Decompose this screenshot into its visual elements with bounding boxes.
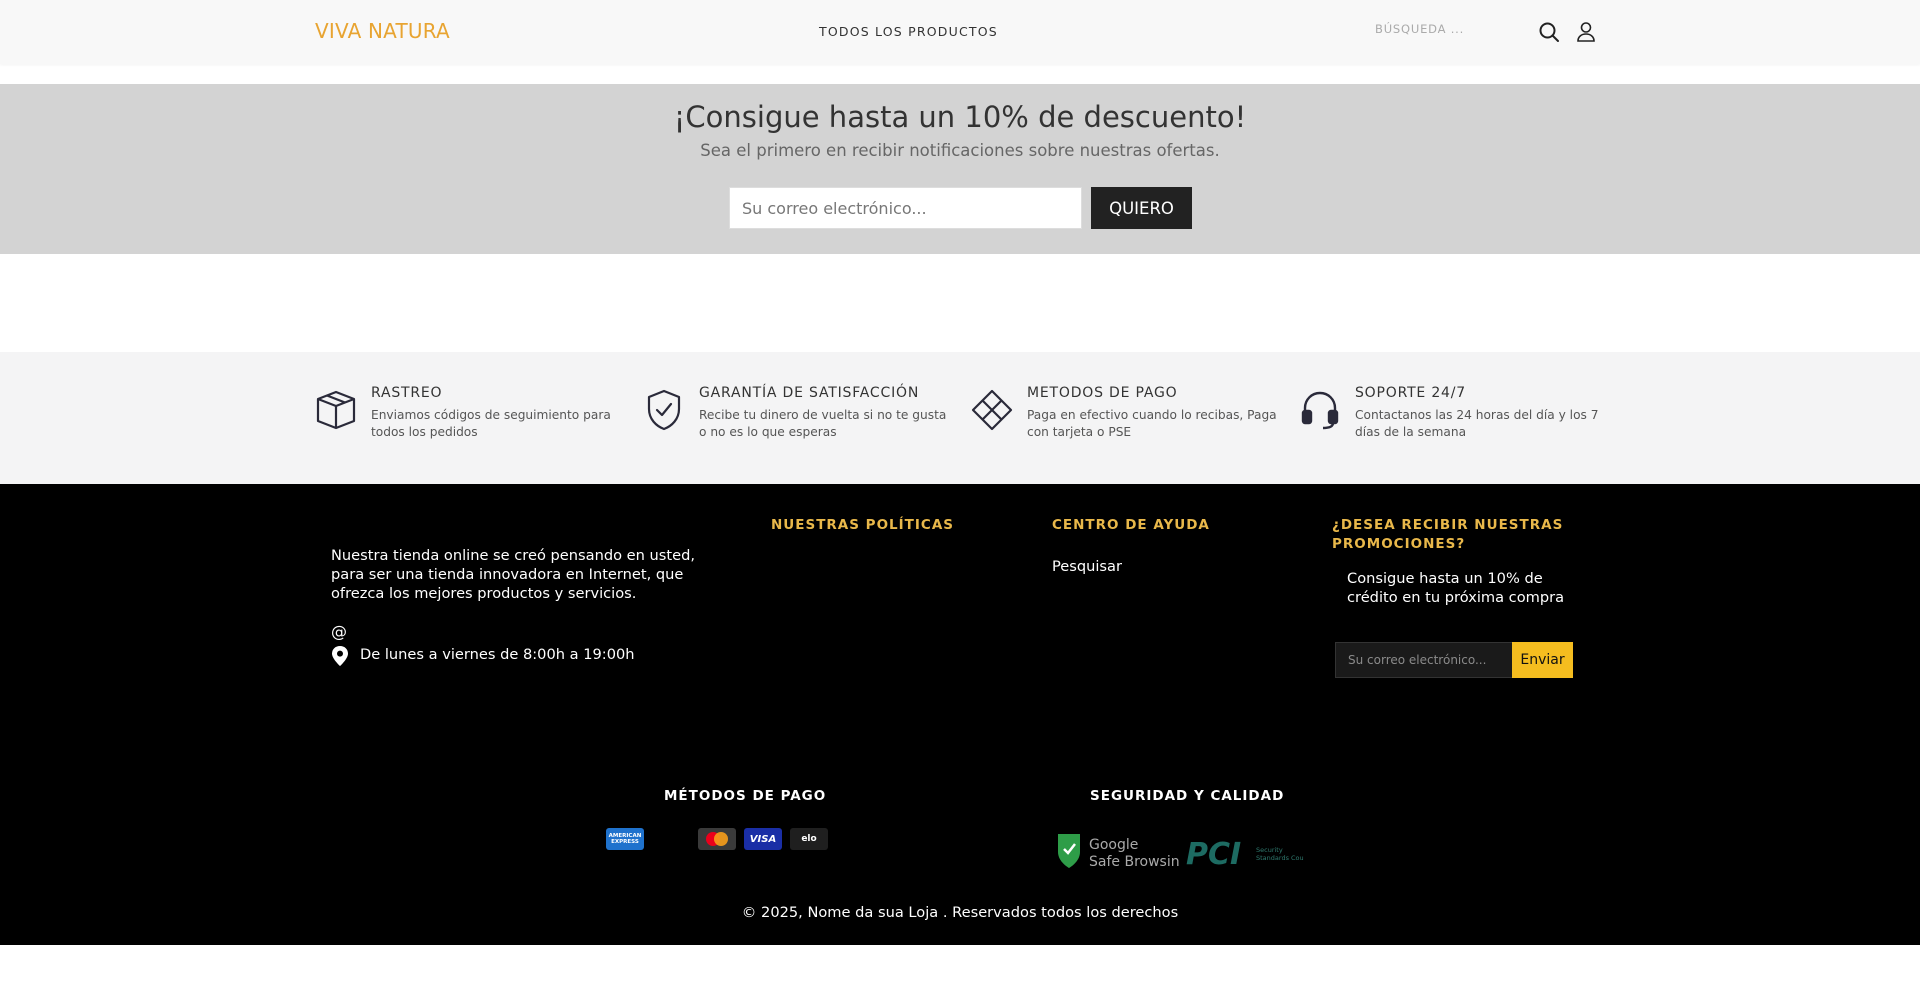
search-icon[interactable] bbox=[1537, 20, 1561, 44]
box-icon bbox=[315, 389, 357, 431]
svg-text:Google: Google bbox=[1089, 837, 1138, 853]
promo-banner: ¡Consigue hasta un 10% de descuento! Sea… bbox=[0, 84, 1920, 254]
newsletter-email-input[interactable] bbox=[1335, 642, 1513, 678]
svg-text:Safe Browsing: Safe Browsing bbox=[1089, 854, 1179, 870]
shield-check-icon bbox=[643, 389, 685, 431]
feature-description: Contactanos las 24 horas del día y los 7… bbox=[1355, 408, 1599, 439]
newsletter-title: ¿DESEA RECIBIR NUESTRAS PROMOCIONES? bbox=[1332, 517, 1564, 552]
feature-title: METODOS DE PAGO bbox=[1027, 385, 1178, 401]
feature-description: Paga en efectivo cuando lo recibas, Paga… bbox=[1027, 408, 1277, 439]
copyright: © 2025, Nome da sua Loja . Reservados to… bbox=[741, 904, 1179, 921]
svg-text:PCI: PCI bbox=[1186, 837, 1241, 872]
site-footer: Nuestra tienda online se creó pensando e… bbox=[0, 484, 1920, 945]
svg-text:Security: Security bbox=[1256, 846, 1283, 854]
search-input[interactable] bbox=[1375, 22, 1535, 36]
amex-card-icon: AMERICAN EXPRESS bbox=[606, 828, 644, 850]
features-bar: RASTREO Enviamos códigos de seguimiento … bbox=[0, 352, 1920, 484]
pci-security-badge: PCI Security Standards Council bbox=[1186, 832, 1315, 872]
payment-methods-title: MÉTODOS DE PAGO bbox=[664, 788, 827, 804]
newsletter-text: Consigue hasta un 10% de crédito en tu p… bbox=[1347, 570, 1565, 606]
elo-card-icon: elo bbox=[790, 828, 828, 850]
policies-title: NUESTRAS POLÍTICAS bbox=[771, 517, 954, 533]
security-title: SEGURIDAD Y CALIDAD bbox=[1090, 788, 1285, 804]
svg-text:Standards Council: Standards Council bbox=[1256, 854, 1304, 862]
email-at-icon: @ bbox=[331, 622, 347, 641]
mastercard-icon bbox=[698, 828, 736, 850]
location-pin-icon bbox=[331, 646, 349, 666]
user-icon[interactable] bbox=[1574, 20, 1598, 44]
nav-all-products[interactable]: TODOS LOS PRODUCTOS bbox=[819, 24, 998, 39]
promo-email-input[interactable] bbox=[729, 187, 1082, 229]
feature-title: GARANTÍA DE SATISFACCIÓN bbox=[699, 385, 920, 401]
feature-description: Recibe tu dinero de vuelta si no te gust… bbox=[699, 408, 947, 439]
site-header: VIVA NATURA TODOS LOS PRODUCTOS bbox=[0, 0, 1920, 64]
visa-card-icon: VISA bbox=[744, 828, 782, 850]
business-hours: De lunes a viernes de 8:00h a 19:00h bbox=[360, 646, 635, 663]
promo-subtitle: Sea el primero en recibir notificaciones… bbox=[700, 141, 1220, 160]
site-logo[interactable]: VIVA NATURA bbox=[315, 19, 450, 43]
feature-title: RASTREO bbox=[371, 385, 443, 401]
help-center-title: CENTRO DE AYUDA bbox=[1052, 517, 1210, 533]
footer-about-text: Nuestra tienda online se creó pensando e… bbox=[331, 547, 695, 602]
feature-description: Enviamos códigos de seguimiento para tod… bbox=[371, 408, 611, 439]
payment-diamond-icon bbox=[971, 389, 1013, 431]
feature-title: SOPORTE 24/7 bbox=[1355, 385, 1466, 401]
promo-title: ¡Consigue hasta un 10% de descuento! bbox=[673, 100, 1247, 134]
google-safe-browsing-badge: Google Safe Browsing bbox=[1055, 832, 1188, 872]
newsletter-send-button[interactable]: Enviar bbox=[1512, 642, 1573, 678]
headset-icon bbox=[1299, 389, 1341, 431]
help-search-link[interactable]: Pesquisar bbox=[1052, 558, 1122, 575]
promo-submit-button[interactable]: QUIERO bbox=[1091, 187, 1192, 229]
